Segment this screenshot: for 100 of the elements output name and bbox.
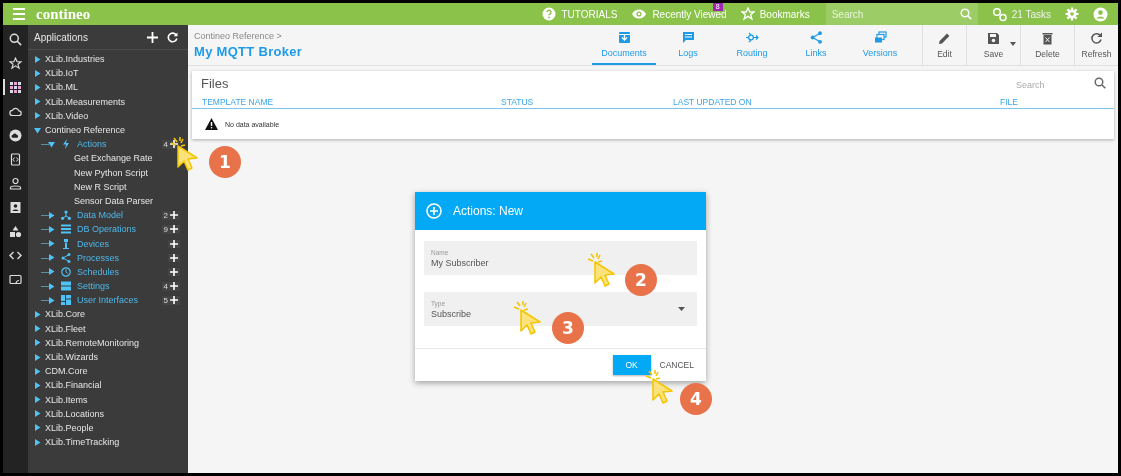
- search-icon[interactable]: [1094, 77, 1106, 89]
- collapsed-arrow-icon[interactable]: [34, 424, 41, 432]
- collapsed-arrow-icon[interactable]: [48, 268, 55, 276]
- collapsed-arrow-icon[interactable]: [34, 410, 41, 418]
- lightning-icon: [61, 139, 71, 150]
- tree-item[interactable]: XLib.Locations: [45, 408, 105, 419]
- tree-item[interactable]: XLib.Fleet: [45, 323, 86, 334]
- toolbar-button[interactable]: Delete: [1020, 25, 1074, 65]
- archive-icon: [617, 30, 631, 44]
- trash-icon: [1041, 31, 1054, 45]
- share-icon: [809, 30, 823, 44]
- collapsed-arrow-icon[interactable]: [34, 55, 41, 63]
- tree-item[interactable]: Settings: [77, 281, 110, 292]
- add-icon[interactable]: [170, 211, 178, 220]
- caret-icon: [678, 307, 685, 311]
- add-icon[interactable]: [170, 296, 178, 305]
- item-count: 2: [163, 210, 168, 220]
- tree-item[interactable]: Schedules: [77, 266, 120, 277]
- refresh-icon[interactable]: [167, 31, 178, 43]
- collapsed-arrow-icon[interactable]: [34, 367, 41, 375]
- tree-item[interactable]: XLib.Financial: [45, 380, 102, 391]
- warning-icon: [205, 118, 218, 130]
- tree-item[interactable]: Actions: [77, 139, 107, 150]
- card-title: Files: [201, 75, 230, 91]
- tree-item[interactable]: Get Exchange Rate: [74, 153, 153, 164]
- share-icon: [61, 252, 71, 263]
- routing-icon: [745, 30, 759, 44]
- tree-item[interactable]: XLib.RemoteMonitoring: [45, 337, 140, 348]
- expanded-arrow-icon[interactable]: [48, 140, 55, 148]
- add-icon[interactable]: [147, 31, 158, 43]
- dashboard-icon: [61, 295, 71, 306]
- tree-item[interactable]: User Interfaces: [77, 295, 139, 306]
- tree-item[interactable]: XLib.Wizards: [45, 352, 98, 363]
- tree-item[interactable]: XLib.People: [45, 422, 94, 433]
- collapsed-arrow-icon[interactable]: [48, 211, 55, 219]
- tree-item[interactable]: XLib.Items: [45, 394, 88, 405]
- add-circle-icon: [426, 203, 442, 219]
- collapsed-arrow-icon[interactable]: [48, 254, 55, 262]
- expanded-arrow-icon[interactable]: [34, 126, 41, 134]
- tree-item[interactable]: XLib.Core: [45, 309, 86, 320]
- gears-icon: [991, 6, 1008, 22]
- star-icon: [740, 7, 755, 21]
- versions-icon: [873, 30, 887, 44]
- toolbar-button[interactable]: Refresh: [1074, 25, 1118, 65]
- collapsed-arrow-icon[interactable]: [48, 282, 55, 290]
- floppy-icon: [987, 31, 1000, 45]
- tree-item[interactable]: XLib.ML: [45, 82, 79, 93]
- collapsed-arrow-icon[interactable]: [34, 339, 41, 347]
- tree-item[interactable]: Processes: [77, 252, 120, 263]
- tower-icon: [61, 238, 71, 249]
- dialog-title: Actions: New: [453, 204, 524, 218]
- tree-item[interactable]: CDM.Core: [45, 366, 88, 377]
- add-icon[interactable]: [170, 253, 178, 262]
- tree-item[interactable]: DB Operations: [77, 224, 137, 235]
- collapsed-arrow-icon[interactable]: [34, 381, 41, 389]
- cancel-button[interactable]: CANCEL: [656, 355, 697, 375]
- hierarchy-icon: [61, 210, 71, 221]
- breadcrumb[interactable]: Contineo Reference >: [194, 31, 592, 41]
- collapsed-arrow-icon[interactable]: [34, 112, 41, 120]
- tree-item[interactable]: New Python Script: [74, 167, 149, 178]
- tree-item[interactable]: Sensor Data Parser: [74, 195, 154, 206]
- collapsed-arrow-icon[interactable]: [48, 240, 55, 248]
- add-icon[interactable]: [170, 282, 178, 291]
- item-count: 9: [163, 224, 168, 234]
- message-icon: [681, 30, 695, 44]
- search-field[interactable]: Search: [825, 3, 978, 25]
- sidebar-title: Applications: [34, 31, 89, 43]
- tree-item[interactable]: XLib.Industries: [45, 54, 105, 65]
- eye-icon: [631, 8, 648, 20]
- collapsed-arrow-icon[interactable]: [34, 69, 41, 77]
- page-title: My MQTT Broker: [194, 44, 304, 59]
- collapsed-arrow-icon[interactable]: [34, 98, 41, 106]
- refresh-icon: [1090, 31, 1103, 45]
- collapsed-arrow-icon[interactable]: [34, 83, 41, 91]
- toolbar-button[interactable]: Edit: [922, 25, 966, 65]
- collapsed-arrow-icon[interactable]: [34, 396, 41, 404]
- caret-icon[interactable]: [1010, 42, 1016, 46]
- add-icon[interactable]: [170, 267, 178, 276]
- tree-item[interactable]: XLib.Measurements: [45, 96, 126, 107]
- tree-item[interactable]: New R Script: [74, 181, 127, 192]
- add-icon[interactable]: [170, 239, 178, 248]
- collapsed-arrow-icon[interactable]: [34, 310, 41, 318]
- toolbar-button[interactable]: Save: [966, 25, 1020, 65]
- collapsed-arrow-icon[interactable]: [48, 225, 55, 233]
- tree-item[interactable]: XLib.IoT: [45, 68, 79, 79]
- collapsed-arrow-icon[interactable]: [34, 325, 41, 333]
- tree-item[interactable]: Devices: [77, 238, 109, 249]
- collapsed-arrow-icon[interactable]: [48, 296, 55, 304]
- tree-item[interactable]: XLib.TimeTracking: [45, 437, 120, 448]
- item-count: 5: [163, 295, 168, 305]
- search-field[interactable]: Search: [1014, 79, 1098, 91]
- add-icon[interactable]: [170, 140, 178, 149]
- add-icon[interactable]: [170, 225, 178, 234]
- collapsed-arrow-icon[interactable]: [34, 438, 41, 446]
- tree-item[interactable]: Contineo Reference: [45, 125, 126, 136]
- tree-item[interactable]: Data Model: [77, 210, 124, 221]
- list-icon: [61, 224, 71, 235]
- tree-item[interactable]: XLib.Video: [45, 110, 89, 121]
- collapsed-arrow-icon[interactable]: [34, 353, 41, 361]
- server-icon: [61, 281, 71, 292]
